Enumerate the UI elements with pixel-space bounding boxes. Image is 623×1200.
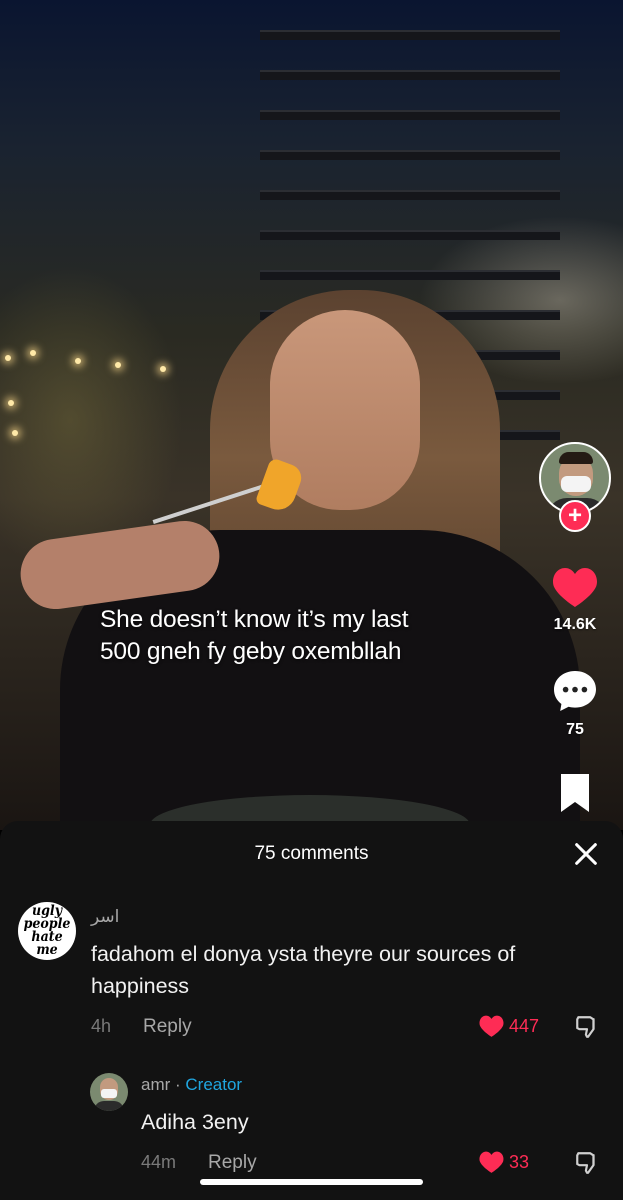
comment-bubble-icon (554, 671, 596, 711)
username-separator: · (170, 1075, 186, 1094)
reply-button[interactable]: Reply (208, 1152, 257, 1174)
reply-username-row: amr · Creator (141, 1075, 242, 1095)
comment-button[interactable]: 75 (535, 668, 615, 739)
reply-button[interactable]: Reply (143, 1016, 192, 1038)
caption-line-1: She doesn’t know it’s my last (100, 606, 409, 633)
heart-icon (479, 1151, 504, 1173)
comment-count: 75 (566, 721, 584, 738)
comment-time: 4h (91, 1016, 112, 1036)
comment-text: fadahom el donya ysta theyre our sources… (91, 938, 611, 1002)
reply-username[interactable]: amr (141, 1075, 170, 1094)
commenter-avatar[interactable]: ugly people hate me (18, 902, 76, 960)
heart-icon (552, 568, 598, 607)
bookmark-icon (561, 774, 589, 812)
reply-like-count: 33 (509, 1151, 530, 1172)
thumbs-down-icon (576, 1016, 595, 1038)
dislike-button[interactable] (574, 1150, 600, 1176)
reply-time: 44m (141, 1152, 177, 1172)
comments-sheet (0, 821, 623, 1200)
comment-like-count: 447 (509, 1015, 540, 1036)
follow-button[interactable]: + (559, 500, 591, 532)
comment-text-line-1: fadahom el donya ysta theyre our sources… (91, 942, 516, 966)
caption-line-2: 500 gneh fy geby oxembllah (100, 638, 402, 665)
comments-title: 75 comments (254, 843, 369, 864)
comment-text-line-2: happiness (91, 974, 190, 998)
close-button[interactable] (572, 840, 600, 868)
comment-like-button[interactable]: 447 (478, 1014, 539, 1038)
reply-like-button[interactable]: 33 (478, 1150, 529, 1174)
home-indicator[interactable] (200, 1179, 423, 1185)
bookmark-button[interactable] (535, 772, 615, 819)
creator-reply-avatar[interactable] (90, 1073, 128, 1111)
creator-badge: Creator (185, 1075, 243, 1094)
close-icon (575, 843, 597, 865)
video-player[interactable]: She doesn’t know it’s my last 500 gneh f… (0, 0, 623, 830)
like-button[interactable]: 14.6K (535, 565, 615, 634)
dislike-button[interactable] (574, 1014, 600, 1040)
string-lights (0, 340, 220, 460)
reply-text: Adiha 3eny (141, 1110, 249, 1134)
comment-username[interactable]: اسر (91, 907, 119, 927)
plus-icon: + (567, 502, 582, 529)
thumbs-down-icon (576, 1152, 595, 1174)
like-count: 14.6K (553, 616, 597, 633)
video-caption: She doesn’t know it’s my last 500 gneh f… (100, 604, 520, 668)
heart-icon (479, 1015, 504, 1037)
avatar-text: ugly people hate me (23, 903, 71, 958)
